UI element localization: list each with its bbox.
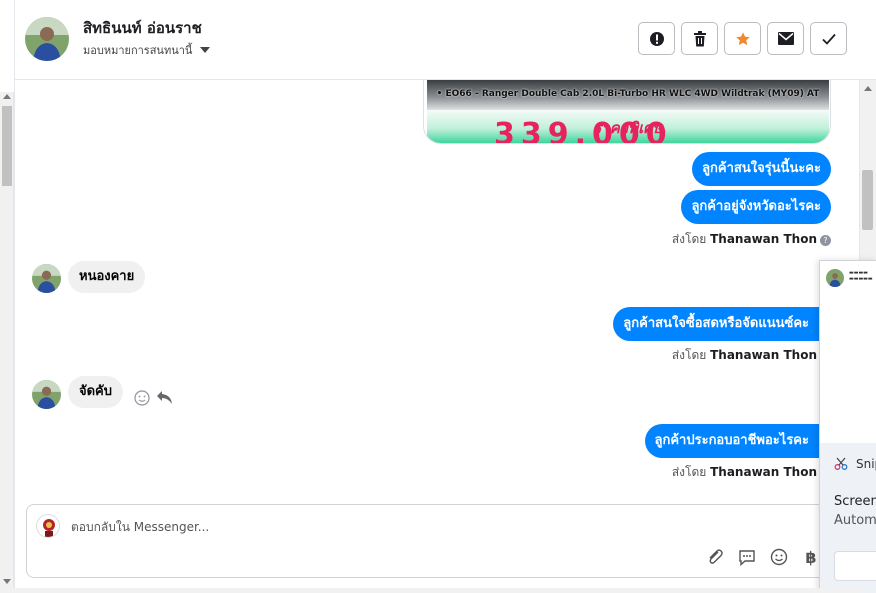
outgoing-message[interactable]: ลูกค้าอยู่จังหวัดอะไรคะ — [681, 190, 831, 224]
incoming-message[interactable]: จัดคับ — [68, 376, 124, 408]
scissors-icon — [834, 457, 848, 470]
help-icon[interactable]: ? — [820, 235, 831, 246]
sent-by-prefix: ส่งโดย — [671, 232, 707, 246]
image-attachment[interactable]: • EO66 - Ranger Double Cab 2.0L Bi-Turbo… — [423, 80, 831, 144]
react-smiley-icon[interactable] — [134, 390, 150, 406]
mark-done-button[interactable] — [810, 22, 847, 55]
reply-icon[interactable] — [156, 390, 173, 405]
promo-price: 339,000 — [494, 117, 673, 144]
car-model-text: • EO66 - Ranger Double Cab 2.0L Bi-Turbo… — [436, 89, 820, 99]
contact-avatar-small[interactable] — [32, 264, 61, 293]
sent-by-agent: Thanawan Thon — [710, 465, 817, 479]
reply-input[interactable] — [71, 517, 671, 537]
saved-replies-button[interactable] — [737, 547, 757, 567]
page-avatar — [36, 514, 60, 538]
header-actions — [638, 22, 847, 55]
sent-by-label: ส่งโดย Thanawan Thon — [672, 346, 817, 365]
incoming-message[interactable]: หนองคาย — [68, 261, 146, 293]
delete-button[interactable] — [681, 22, 718, 55]
outer-scrollbar[interactable] — [0, 92, 14, 588]
sent-by-label: ส่งโดย Thanawan Thon — [672, 463, 817, 482]
alert-circle-icon — [649, 31, 664, 46]
smiley-icon — [770, 548, 788, 566]
sent-by-agent: Thanawan Thon — [710, 348, 817, 362]
sent-by-prefix: ส่งโดย — [671, 465, 707, 479]
snip-app-label[interactable]: Snip — [834, 457, 876, 471]
scroll-up-arrow-icon[interactable] — [3, 94, 11, 99]
star-icon — [735, 31, 750, 45]
outgoing-message[interactable]: ลูกค้าประกอบอาชีพอะไรคะ — [644, 424, 819, 458]
contact-name: สิทธินนท์ อ่อนราช — [83, 19, 202, 37]
snip-label: Snip — [856, 457, 876, 471]
baht-icon: ฿ — [805, 547, 817, 567]
mark-unread-button[interactable] — [767, 22, 804, 55]
attach-button[interactable] — [705, 547, 725, 567]
scroll-down-arrow-icon[interactable] — [3, 579, 11, 584]
spam-button[interactable] — [638, 22, 675, 55]
car-photo: • EO66 - Ranger Double Cab 2.0L Bi-Turbo… — [427, 80, 829, 110]
outgoing-message[interactable]: ลูกค้าสนใจซื้อสดหรือจัดแนนซ์คะ — [613, 307, 819, 341]
scroll-up-arrow-icon[interactable] — [864, 86, 872, 91]
contact-avatar-small[interactable] — [32, 380, 61, 409]
chat-bubble-icon — [739, 549, 755, 566]
scroll-thumb[interactable] — [2, 106, 12, 186]
popup-action-button[interactable] — [834, 551, 876, 581]
sent-by-label: ส่งโดย Thanawan Thon? — [672, 230, 831, 249]
assign-conversation-dropdown[interactable]: มอบหมายการสนทนานี้ — [83, 41, 211, 59]
star-button[interactable] — [724, 22, 761, 55]
bottom-scrollbar-strip — [0, 588, 859, 593]
contact-avatar[interactable] — [25, 17, 69, 61]
emoji-button[interactable] — [769, 547, 789, 567]
sent-by-agent: Thanawan Thon — [710, 232, 817, 246]
message-thread[interactable]: • EO66 - Ranger Double Cab 2.0L Bi-Turbo… — [15, 80, 859, 494]
envelope-icon — [777, 32, 794, 45]
sent-by-prefix: ส่งโดย — [671, 348, 707, 362]
paperclip-icon — [709, 549, 723, 564]
payment-button[interactable]: ฿ — [801, 547, 821, 567]
scroll-thumb[interactable] — [862, 170, 873, 230]
popup-thumbnail-text: ▬▬▬▬ ▬▬▬▬▬ — [849, 270, 873, 282]
caret-down-icon — [200, 47, 211, 53]
screenshot-subtitle: Autom — [834, 513, 876, 528]
conversation-header: สิทธินนท์ อ่อนราช มอบหมายการสนทนานี้ — [15, 0, 876, 80]
composer-tools: ฿ — [705, 547, 821, 567]
outgoing-message[interactable]: ลูกค้าสนใจรุ่นนี้นะคะ — [692, 152, 831, 186]
assign-label: มอบหมายการสนทนานี้ — [83, 44, 193, 57]
trash-icon — [693, 30, 706, 46]
reply-composer: ฿ — [26, 504, 826, 578]
check-icon — [821, 33, 836, 45]
snipping-tool-popup[interactable]: ▬▬▬▬▬▬▬▬▬ Snip Screen Autom — [819, 260, 876, 593]
screenshot-title: Screen — [834, 494, 876, 509]
popup-thumbnail-avatar — [826, 269, 844, 287]
